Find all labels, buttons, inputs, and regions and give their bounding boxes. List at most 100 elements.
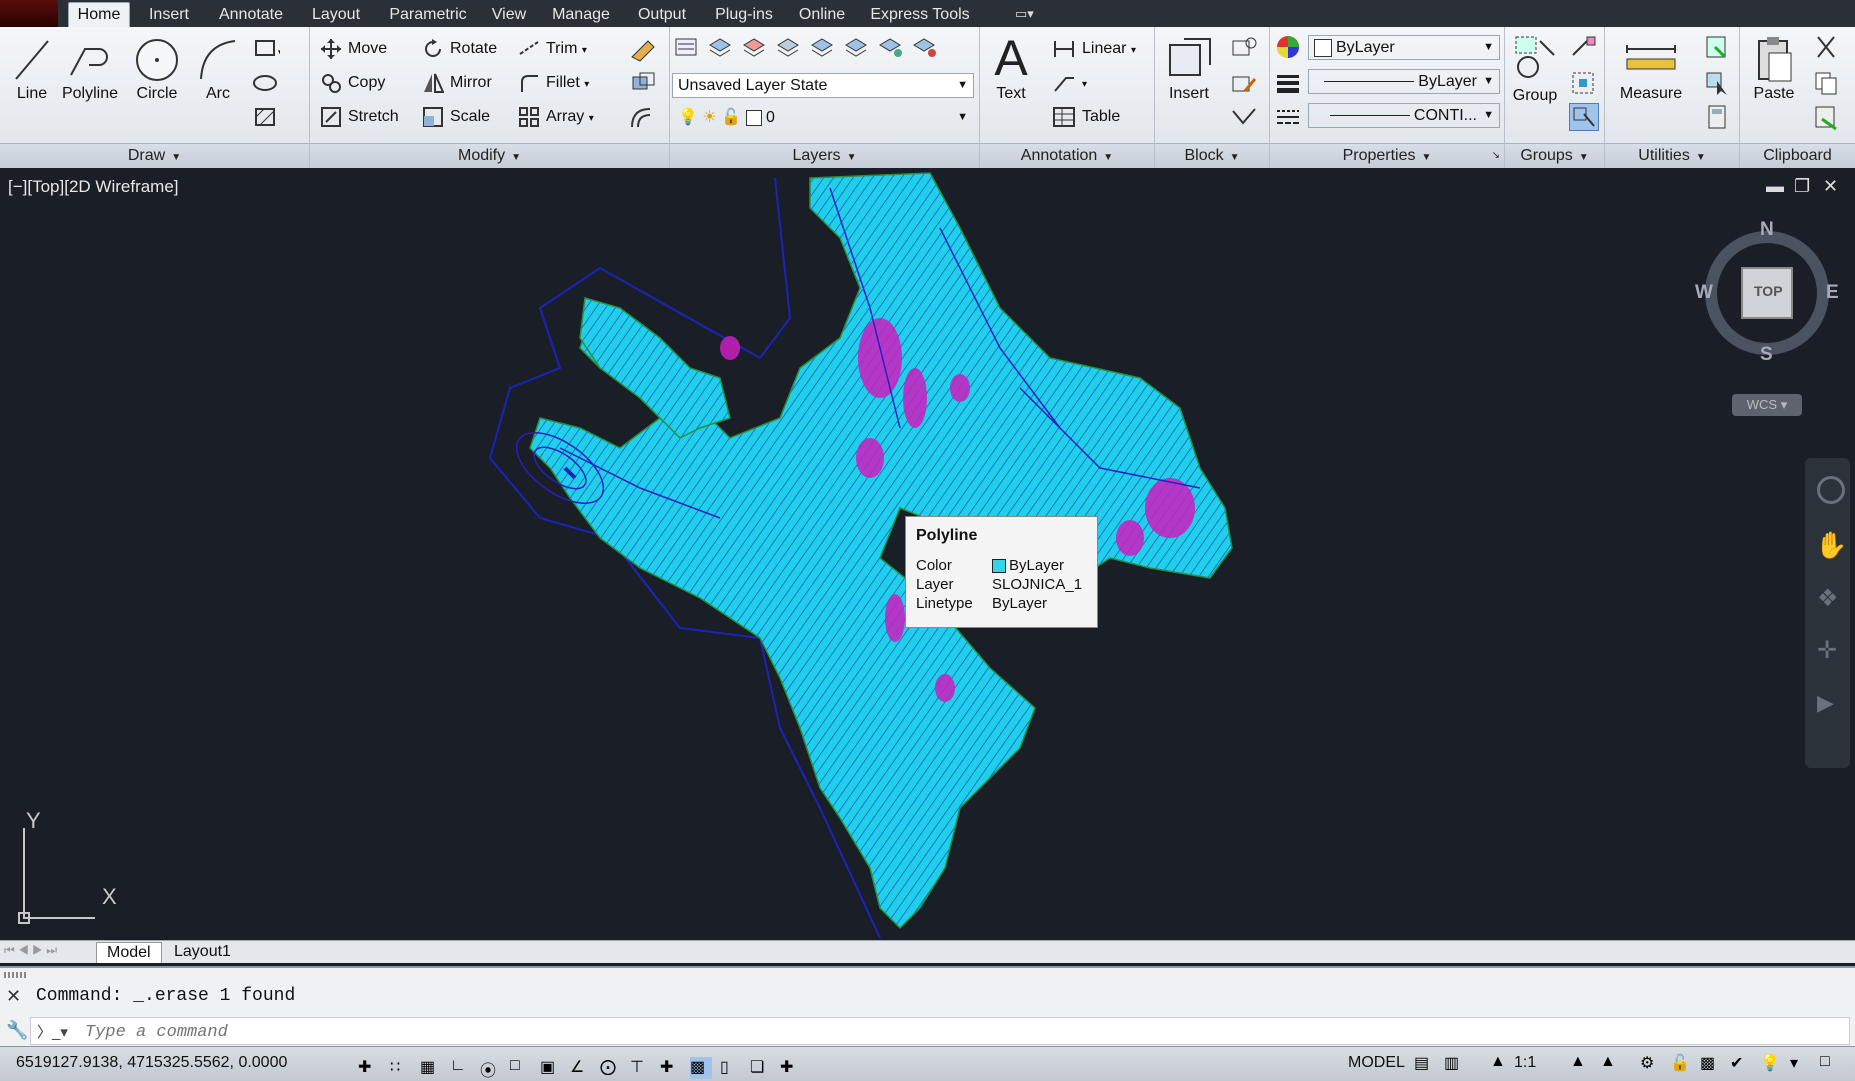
orbit-icon[interactable]: ✛ bbox=[1817, 636, 1837, 665]
scale-button[interactable]: Scale bbox=[422, 103, 490, 131]
customize-command-icon[interactable]: 🔧 bbox=[6, 1020, 28, 1041]
lineweight-toggle-icon[interactable]: ✚ bbox=[660, 1057, 682, 1079]
quick-select-icon[interactable] bbox=[1703, 33, 1733, 61]
panel-title-block[interactable]: Block ▼ bbox=[1155, 143, 1269, 168]
select-all-icon[interactable] bbox=[1703, 69, 1733, 97]
layer-match-icon[interactable] bbox=[808, 33, 838, 61]
quick-view-layouts-icon[interactable]: ▤ bbox=[1414, 1053, 1436, 1075]
rectangle-icon[interactable]: ▾ bbox=[250, 35, 280, 63]
panel-title-annotation[interactable]: Annotation ▼ bbox=[980, 143, 1154, 168]
text-button[interactable]: A Text bbox=[986, 31, 1036, 103]
annotation-scale-value[interactable]: 1:1 bbox=[1514, 1054, 1536, 1072]
isolate-lightbulb-icon[interactable]: 💡 bbox=[1760, 1053, 1782, 1075]
fillet-button[interactable]: Fillet ▾ bbox=[518, 69, 589, 97]
3d-object-snap-icon[interactable]: ▣ bbox=[540, 1057, 562, 1079]
lineweight-dropdown[interactable]: ByLayer ▼ bbox=[1308, 69, 1500, 94]
panel-title-groups[interactable]: Groups ▼ bbox=[1505, 143, 1604, 168]
tab-insert[interactable]: Insert bbox=[140, 4, 198, 27]
grid-display-icon[interactable]: ▦ bbox=[420, 1057, 442, 1079]
object-snap-icon[interactable]: □ bbox=[510, 1057, 532, 1079]
tab-output[interactable]: Output bbox=[632, 4, 692, 27]
mirror-button[interactable]: Mirror bbox=[422, 69, 492, 97]
hatch-icon[interactable] bbox=[250, 103, 280, 131]
tab-express-tools[interactable]: Express Tools bbox=[866, 4, 974, 27]
color-dropdown[interactable]: ByLayer ▼ bbox=[1308, 35, 1500, 60]
copy-clip-icon[interactable] bbox=[1812, 69, 1842, 97]
cut-icon[interactable] bbox=[1812, 33, 1842, 61]
group-edit-icon[interactable] bbox=[1569, 69, 1599, 97]
layer-states-icon[interactable] bbox=[706, 33, 736, 61]
match-properties-icon[interactable] bbox=[1274, 33, 1304, 61]
model-space-button[interactable]: MODEL bbox=[1348, 1054, 1405, 1072]
wcs-menu[interactable]: WCS ▾ bbox=[1732, 394, 1802, 416]
workspace-toggle-icon[interactable]: ▭▾ bbox=[1015, 6, 1045, 22]
zoom-icon[interactable]: ❖ bbox=[1817, 584, 1839, 613]
paste-button[interactable]: Paste bbox=[1744, 35, 1804, 103]
tab-layout1[interactable]: Layout1 bbox=[164, 942, 241, 962]
compass-n[interactable]: N bbox=[1760, 219, 1774, 241]
layer-off-icon[interactable] bbox=[910, 33, 940, 61]
quick-view-drawings-icon[interactable]: ▥ bbox=[1444, 1053, 1466, 1075]
status-menu-icon[interactable]: ▾ bbox=[1790, 1053, 1812, 1075]
infer-constraints-icon[interactable]: ✚ bbox=[358, 1057, 380, 1079]
dynamic-ucs-icon[interactable]: ⨀ bbox=[600, 1057, 622, 1079]
lineweight-icon[interactable] bbox=[1274, 69, 1304, 97]
linear-dimension-button[interactable]: Linear ▾ bbox=[1052, 35, 1136, 63]
edit-attributes-icon[interactable] bbox=[1229, 103, 1259, 131]
linetype-dropdown[interactable]: CONTI... ▼ bbox=[1308, 103, 1500, 128]
drawing-viewport[interactable]: [−][Top][2D Wireframe] ▬ ❐ ✕ Polyline Co… bbox=[0, 168, 1855, 940]
erase-icon[interactable] bbox=[628, 35, 658, 63]
explode-icon[interactable] bbox=[628, 69, 658, 97]
trim-button[interactable]: Trim ▾ bbox=[518, 35, 587, 63]
workspace-switching-icon[interactable]: ⚙ bbox=[1640, 1053, 1662, 1075]
panel-title-layers[interactable]: Layers ▼ bbox=[670, 143, 979, 168]
selection-cycling-icon[interactable]: ❏ bbox=[750, 1057, 772, 1079]
tab-online[interactable]: Online bbox=[794, 4, 850, 27]
group-selection-icon[interactable] bbox=[1569, 103, 1599, 131]
application-menu-button[interactable] bbox=[0, 0, 58, 27]
table-button[interactable]: Table bbox=[1052, 103, 1120, 131]
panel-title-modify[interactable]: Modify ▼ bbox=[310, 143, 669, 168]
tab-plug-ins[interactable]: Plug-ins bbox=[708, 4, 780, 27]
tab-annotate[interactable]: Annotate bbox=[214, 4, 288, 27]
hardware-acceleration-icon[interactable]: ▩ bbox=[1700, 1053, 1722, 1075]
tab-layout[interactable]: Layout bbox=[304, 4, 368, 27]
snap-mode-icon[interactable]: ∷ bbox=[390, 1057, 412, 1079]
create-block-icon[interactable] bbox=[1229, 33, 1259, 61]
line-button[interactable]: Line bbox=[8, 35, 56, 103]
ortho-mode-icon[interactable]: ∟ bbox=[450, 1057, 472, 1079]
command-prompt-icon[interactable]: 〉_▾ bbox=[37, 1021, 68, 1042]
match-properties-clip-icon[interactable] bbox=[1812, 103, 1842, 131]
panel-title-draw[interactable]: Draw ▼ bbox=[0, 143, 309, 168]
layer-isolate-icon[interactable] bbox=[740, 33, 770, 61]
panel-title-properties[interactable]: Properties ▼ ↘ bbox=[1270, 143, 1504, 168]
showmotion-icon[interactable]: ▶ bbox=[1817, 690, 1834, 716]
insert-block-button[interactable]: Insert bbox=[1159, 35, 1219, 103]
layer-properties-icon[interactable] bbox=[672, 33, 702, 61]
group-button[interactable]: Group bbox=[1507, 31, 1563, 105]
compass-w[interactable]: W bbox=[1695, 282, 1713, 304]
viewcube-top-label[interactable]: TOP bbox=[1754, 283, 1783, 299]
linetype-icon[interactable] bbox=[1274, 103, 1304, 131]
quick-properties-icon[interactable]: ▯ bbox=[720, 1057, 742, 1079]
layer-freeze-icon[interactable] bbox=[876, 33, 906, 61]
array-button[interactable]: Array ▾ bbox=[518, 103, 594, 131]
tab-parametric[interactable]: Parametric bbox=[382, 4, 474, 27]
tab-home[interactable]: Home bbox=[68, 2, 130, 27]
copy-button[interactable]: Copy bbox=[320, 69, 385, 97]
auto-scale-icon[interactable]: ▲ bbox=[1600, 1053, 1622, 1075]
tab-manage[interactable]: Manage bbox=[546, 4, 616, 27]
compass-s[interactable]: S bbox=[1760, 344, 1773, 366]
polyline-button[interactable]: Polyline bbox=[60, 35, 120, 103]
tab-model[interactable]: Model bbox=[96, 942, 162, 963]
panel-title-clipboard[interactable]: Clipboard bbox=[1740, 143, 1855, 168]
dynamic-input-icon[interactable]: ⊤ bbox=[630, 1057, 652, 1079]
leader-button[interactable]: ▾ bbox=[1052, 69, 1087, 97]
move-button[interactable]: Move bbox=[320, 35, 387, 63]
rotate-button[interactable]: Rotate bbox=[422, 35, 497, 63]
annotation-monitor-icon[interactable]: ✚ bbox=[780, 1057, 802, 1079]
calculator-icon[interactable] bbox=[1703, 103, 1733, 131]
command-grip-icon[interactable] bbox=[4, 972, 28, 978]
layer-previous-icon[interactable] bbox=[842, 33, 872, 61]
annotation-scale-icon[interactable]: ▲ bbox=[1490, 1053, 1512, 1075]
